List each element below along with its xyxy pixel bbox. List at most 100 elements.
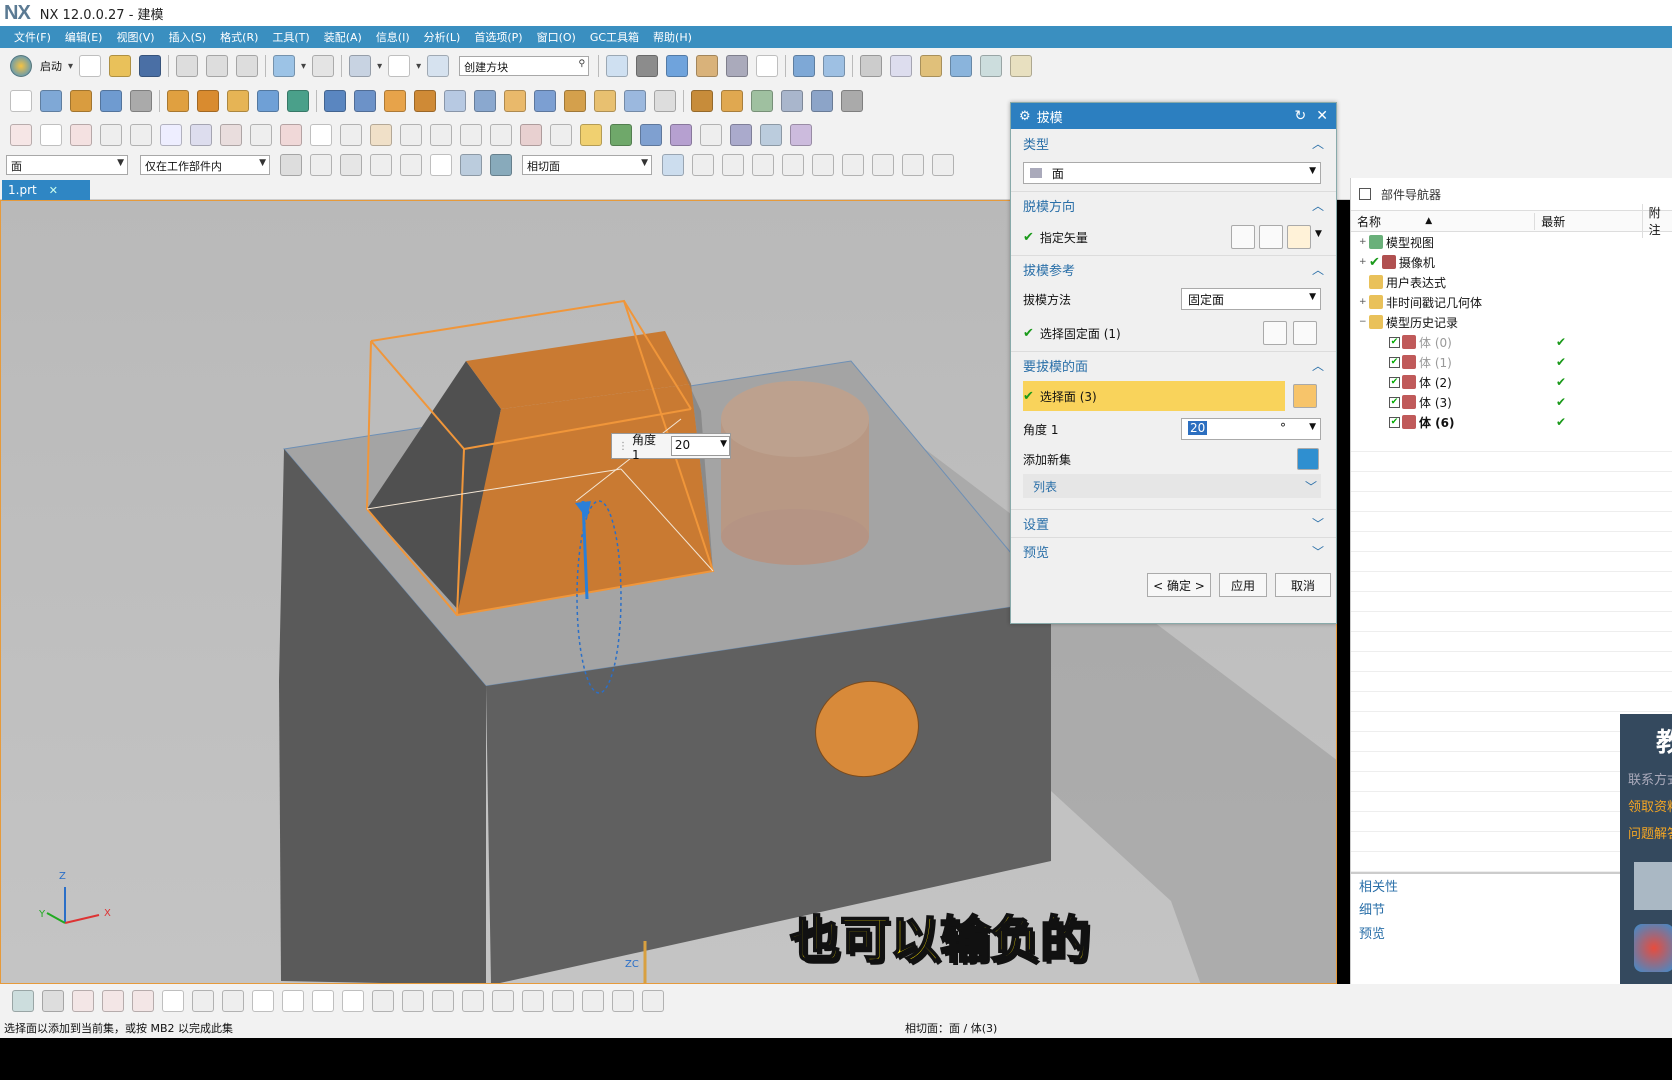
promo-questions[interactable]: 问题解答 <box>1628 823 1672 842</box>
conic-icon[interactable] <box>250 124 272 146</box>
face-filter-icon[interactable] <box>490 154 512 176</box>
mirror-icon[interactable] <box>287 90 309 112</box>
close-icon[interactable]: ✕ <box>49 184 58 197</box>
reset-icon[interactable]: ↻ <box>1295 108 1307 124</box>
snap-on-face-icon[interactable] <box>932 154 954 176</box>
chevron-up-icon[interactable]: ︿ <box>1312 261 1324 278</box>
chevron-down-icon[interactable]: ﹀ <box>1312 543 1324 560</box>
offset-face-icon[interactable] <box>624 90 646 112</box>
menu-edit[interactable]: 编辑(E) <box>58 29 110 45</box>
snap-on-curve-icon[interactable] <box>902 154 924 176</box>
snap-center-icon[interactable] <box>812 154 834 176</box>
chevron-up-icon[interactable]: ︿ <box>1312 135 1324 152</box>
chevron-down-icon[interactable]: ﹀ <box>1312 515 1324 532</box>
divide-curve-icon[interactable] <box>490 124 512 146</box>
pattern-icon[interactable] <box>257 90 279 112</box>
list-row[interactable]: 列表 ﹀ <box>1011 473 1336 499</box>
profile-icon[interactable] <box>72 990 94 1012</box>
wrap-curve-icon[interactable] <box>640 124 662 146</box>
play-icon[interactable] <box>662 154 684 176</box>
thicken-icon[interactable] <box>751 90 773 112</box>
scale-body-icon[interactable] <box>654 90 676 112</box>
cylinder-icon[interactable] <box>40 90 62 112</box>
plane-dialog-icon[interactable] <box>1293 321 1317 345</box>
ok-button[interactable]: < 确定 > <box>1147 573 1211 597</box>
tree-item-model-history[interactable]: − 模型历史记录 <box>1351 312 1672 332</box>
sketch-rectangle-icon[interactable] <box>252 990 274 1012</box>
subtract-icon[interactable] <box>197 90 219 112</box>
block-icon[interactable] <box>100 90 122 112</box>
menu-help[interactable]: 帮助(H) <box>646 29 699 45</box>
chevron-up-icon[interactable]: ︿ <box>1312 357 1324 374</box>
menu-preferences[interactable]: 首选项(P) <box>467 29 529 45</box>
spline-icon[interactable] <box>220 124 242 146</box>
quick-extend-icon[interactable] <box>492 990 514 1012</box>
copy-icon[interactable] <box>206 55 229 77</box>
undo-icon[interactable] <box>273 55 296 77</box>
shaded-view-icon[interactable] <box>636 55 659 77</box>
selection-scope-select[interactable]: 仅在工作部件内 ▼ <box>140 155 270 175</box>
type-filter-select[interactable]: 面 ▼ <box>6 155 128 175</box>
rapid-dimension-icon[interactable] <box>552 990 574 1012</box>
menu-gc-toolbox[interactable]: GC工具箱 <box>583 29 646 45</box>
split-body-icon[interactable] <box>721 90 743 112</box>
chevron-down-icon[interactable]: ▾ <box>416 61 421 72</box>
chevron-down-icon[interactable]: ▾ <box>68 61 73 72</box>
menu-insert[interactable]: 插入(S) <box>162 29 214 45</box>
show-constraints-icon[interactable] <box>612 990 634 1012</box>
draft-method-select[interactable]: 固定面 ▼ <box>1181 288 1321 310</box>
add-face-icon[interactable] <box>1263 321 1287 345</box>
menu-analysis[interactable]: 分析(L) <box>417 29 468 45</box>
paste-icon[interactable] <box>236 55 259 77</box>
edge-blend-icon[interactable] <box>504 90 526 112</box>
fit-view-icon[interactable] <box>606 55 629 77</box>
drag-handle-icon[interactable]: ⋮ <box>618 441 628 452</box>
xyz-point-icon[interactable] <box>160 124 182 146</box>
history-item-body-1[interactable]: ✔ 体 (1) ✔ <box>1351 352 1672 372</box>
face-cube-icon[interactable] <box>1293 384 1317 408</box>
promo-materials[interactable]: 领取资料 <box>1628 796 1672 815</box>
hole-icon[interactable] <box>324 90 346 112</box>
sketch-fillet-icon[interactable] <box>192 990 214 1012</box>
geometric-constraint-icon[interactable] <box>582 990 604 1012</box>
snap-quadrant-icon[interactable] <box>842 154 864 176</box>
redo-icon[interactable] <box>312 55 335 77</box>
menu-window[interactable]: 窗口(O) <box>530 29 583 45</box>
mesh-curve-icon[interactable] <box>670 124 692 146</box>
pattern-curve-icon[interactable] <box>402 990 424 1012</box>
visibility-checkbox[interactable]: ✔ <box>1389 396 1400 408</box>
chevron-down-icon[interactable]: ▾ <box>377 61 382 72</box>
polygon-icon[interactable] <box>340 124 362 146</box>
finish-sketch-icon[interactable] <box>42 990 64 1012</box>
curve-on-surface-icon[interactable] <box>730 124 752 146</box>
move-object-icon[interactable] <box>920 55 943 77</box>
patch-icon[interactable] <box>811 90 833 112</box>
boss-icon[interactable] <box>354 90 376 112</box>
add-set-icon[interactable] <box>1297 448 1319 470</box>
quick-trim-icon[interactable] <box>462 990 484 1012</box>
line-icon[interactable] <box>10 124 32 146</box>
start-icon[interactable] <box>10 55 32 77</box>
history-item-body-2[interactable]: ✔ 体 (2) ✔ <box>1351 372 1672 392</box>
visibility-checkbox[interactable]: ✔ <box>1389 376 1400 388</box>
angle-input[interactable]: 20 ° ▼ <box>1181 418 1321 440</box>
join-curve-icon[interactable] <box>520 124 542 146</box>
isoparametric-icon[interactable] <box>700 124 722 146</box>
visibility-checkbox[interactable]: ✔ <box>1389 416 1400 428</box>
sketch-task-icon[interactable] <box>12 990 34 1012</box>
deselect-icon[interactable] <box>340 154 362 176</box>
snap-point-icon[interactable] <box>980 55 1003 77</box>
apply-button[interactable]: 应用 <box>1219 573 1267 597</box>
sketch-ellipse-icon[interactable] <box>312 990 334 1012</box>
selection-filter-icon[interactable] <box>349 55 372 77</box>
col-latest[interactable]: 最新 <box>1534 212 1641 230</box>
offset-curve-icon[interactable] <box>372 990 394 1012</box>
section-faces-to-draft[interactable]: 要拔模的面 ︿ <box>1011 351 1336 379</box>
offset-curve-icon[interactable] <box>190 124 212 146</box>
bridge-curve-icon[interactable] <box>400 124 422 146</box>
sketch-polygon-icon[interactable] <box>282 990 304 1012</box>
tree-item-camera[interactable]: + ✔ 摄像机 <box>1351 252 1672 272</box>
rectangle-select-icon[interactable] <box>430 154 452 176</box>
pocket-icon[interactable] <box>384 90 406 112</box>
menu-info[interactable]: 信息(I) <box>369 29 417 45</box>
